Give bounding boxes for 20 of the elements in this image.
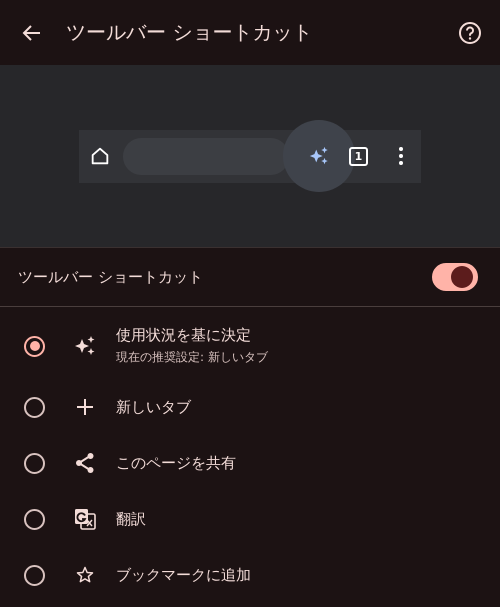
radio-button[interactable] <box>24 452 45 474</box>
toggle-label: ツールバー ショートカット <box>18 268 203 286</box>
radio-button[interactable] <box>24 336 45 356</box>
radio-button[interactable] <box>24 508 45 530</box>
option-label: ブックマークに追加 <box>116 566 251 584</box>
option-subtitle: 現在の推奨設定: 新しいタブ <box>116 349 268 366</box>
option-label: このページを共有 <box>116 454 236 472</box>
option-label: 翻訳 <box>116 510 146 528</box>
star-icon <box>75 565 95 585</box>
home-icon <box>89 145 111 167</box>
radio-button[interactable] <box>24 396 45 418</box>
toggle-switch[interactable] <box>432 263 478 291</box>
option-label: 新しいタブ <box>116 398 191 416</box>
translate-icon <box>73 507 97 531</box>
help-icon[interactable] <box>458 20 482 44</box>
radio-button[interactable] <box>24 564 45 586</box>
more-icon <box>399 147 403 165</box>
option-label: 使用状況を基に決定 <box>116 326 252 345</box>
page-title: ツールバー ショートカット <box>66 19 314 46</box>
tab-count: 1 <box>349 146 368 166</box>
